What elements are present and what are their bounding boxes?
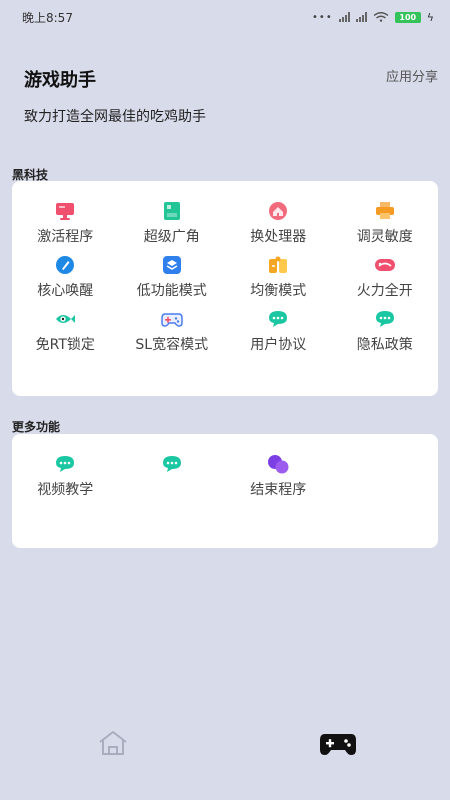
black-tech-tile-label: 低功能模式: [136, 283, 207, 299]
black-tech-tile-label: SL宽容模式: [135, 337, 209, 353]
chat-icon: [374, 309, 396, 329]
gamepad-icon: [161, 309, 183, 329]
wifi-icon: [373, 12, 389, 22]
black-tech-tile-1[interactable]: 激活程序: [12, 201, 119, 247]
more-features-card: 视频教学 结束程序: [12, 434, 438, 548]
chat-icon: [267, 309, 289, 329]
status-icons: ••• 100 ϟ: [312, 11, 434, 24]
fish-icon: [54, 309, 76, 329]
black-tech-tile-3[interactable]: 换处理器: [225, 201, 332, 247]
bubbles-icon: [267, 454, 289, 474]
chat-icon: [54, 454, 76, 474]
black-tech-tile-label: 隐私政策: [356, 337, 413, 353]
battery-icon: 100: [394, 11, 421, 23]
puzzle-icon: [267, 255, 289, 275]
more-features-tile-1[interactable]: 视频教学: [12, 454, 119, 500]
chat-icon: [161, 454, 183, 474]
tab-bar: [0, 715, 450, 771]
black-tech-tile-11[interactable]: 用户协议: [225, 309, 332, 355]
black-tech-tile-label: 火力全开: [356, 283, 413, 299]
more-features-tile-label: 结束程序: [250, 482, 307, 498]
home-icon: [98, 731, 127, 755]
status-time: 晚上8:57: [22, 10, 73, 25]
section-title-more: 更多功能: [12, 420, 61, 434]
black-tech-tile-label: 用户协议: [250, 337, 307, 353]
page-subtitle: 致力打造全网最佳的吃鸡助手: [24, 109, 206, 125]
monitor-icon: [54, 201, 76, 221]
black-tech-tile-8[interactable]: 火力全开: [332, 255, 439, 301]
black-tech-tile-label: 调灵敏度: [356, 229, 413, 245]
black-tech-tile-4[interactable]: 调灵敏度: [332, 201, 439, 247]
image-icon: [161, 201, 183, 221]
more-features-tile-2[interactable]: [119, 454, 226, 500]
black-tech-tile-2[interactable]: 超级广角: [119, 201, 226, 247]
black-tech-tile-label: 换处理器: [250, 229, 307, 245]
share-button[interactable]: 应用分享: [386, 66, 438, 85]
charging-icon: ϟ: [426, 10, 434, 24]
car-icon: [374, 255, 396, 275]
printer-icon: [374, 201, 396, 221]
gamepad-icon: [319, 734, 356, 755]
black-tech-tile-label: 激活程序: [37, 229, 94, 245]
black-tech-tile-10[interactable]: SL宽容模式: [119, 309, 226, 355]
black-tech-card: 激活程序 超级广角 换处理器 调灵敏度核心唤醒 低功能模式 均衡模式 火力全开免RT锁定 SL…: [12, 181, 438, 396]
black-tech-tile-9[interactable]: 免RT锁定: [12, 309, 119, 355]
status-bar: 晚上8:57 ••• 100 ϟ: [0, 0, 450, 34]
black-tech-tile-5[interactable]: 核心唤醒: [12, 255, 119, 301]
layers-icon: [161, 255, 183, 275]
black-tech-tile-label: 核心唤醒: [37, 283, 94, 299]
page-title: 游戏助手: [24, 70, 96, 91]
more-dots-icon: •••: [312, 11, 333, 23]
black-tech-tile-label: 免RT锁定: [35, 337, 95, 353]
black-tech-tile-7[interactable]: 均衡模式: [225, 255, 332, 301]
more-features-grid: 视频教学 结束程序: [12, 434, 438, 500]
black-tech-grid: 激活程序 超级广角 换处理器 调灵敏度核心唤醒 低功能模式 均衡模式 火力全开免RT锁定 SL…: [12, 181, 438, 355]
signal-icon-2: [355, 12, 367, 22]
black-tech-tile-12[interactable]: 隐私政策: [332, 309, 439, 355]
house-icon: [267, 201, 289, 221]
black-tech-tile-label: 超级广角: [143, 229, 200, 245]
more-features-tile-label: 视频教学: [37, 482, 94, 498]
pen-icon: [54, 255, 76, 275]
signal-icon: [338, 12, 350, 22]
black-tech-tile-label: 均衡模式: [250, 283, 307, 299]
tab-home[interactable]: [83, 723, 143, 763]
tab-game[interactable]: [308, 723, 368, 763]
more-features-tile-3[interactable]: 结束程序: [225, 454, 332, 500]
black-tech-tile-6[interactable]: 低功能模式: [119, 255, 226, 301]
